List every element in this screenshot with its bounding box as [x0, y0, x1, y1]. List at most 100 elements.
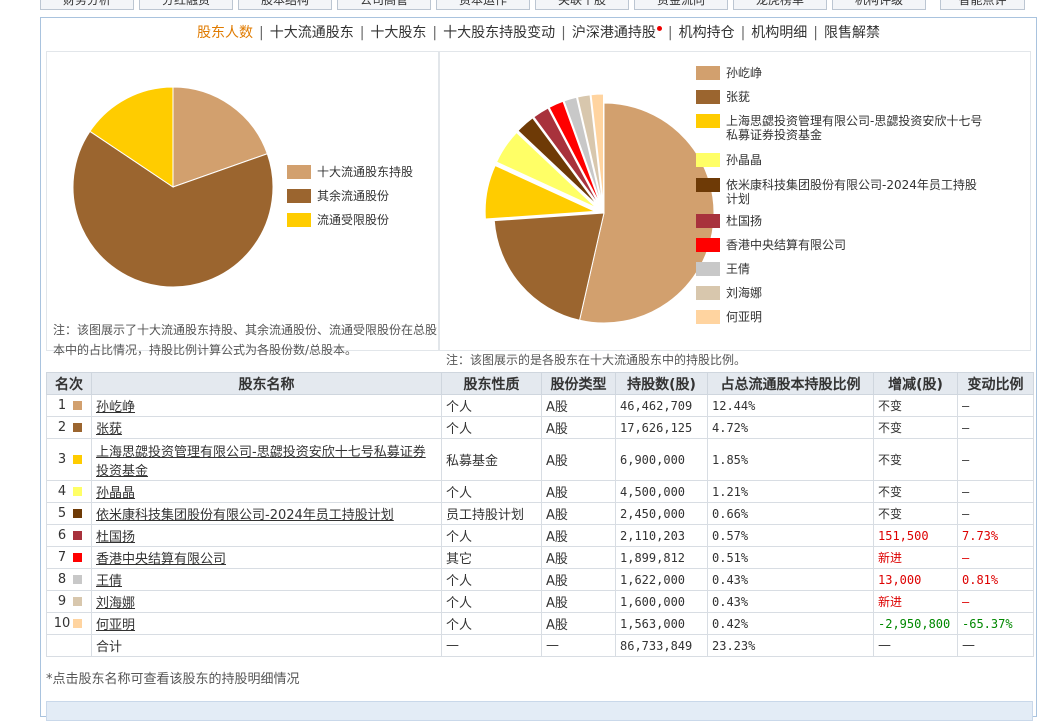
- shareholder-name-link[interactable]: 依米康科技集团股份有限公司-2024年员工持股计划: [96, 508, 394, 523]
- subnav-tab[interactable]: 限售解禁: [824, 25, 880, 41]
- legend-swatch: [696, 238, 720, 252]
- top-tab-bar: 财务分析 分红融资 股本结构 公司高管 资本运作 关联个股 资金流向 龙虎榜单 机构评级 智能点评: [0, 0, 1062, 12]
- footnote: *点击股东名称可查看该股东的持股明细情况: [46, 672, 300, 687]
- pie-chart-2: [484, 93, 715, 324]
- nav-separator: |: [258, 25, 264, 41]
- column-header: 变动比例: [957, 372, 1034, 395]
- color-marker: [73, 401, 82, 410]
- legend-label: 上海思勰投资管理有限公司-思勰投资安欣十七号私募证券投资基金: [726, 114, 983, 142]
- rank-cell: 9: [46, 590, 92, 613]
- name-cell: 孙晶晶: [91, 480, 442, 503]
- rank-number: 5: [57, 506, 67, 521]
- name-cell: 杜国扬: [91, 524, 442, 547]
- subnav-tab[interactable]: 十大股东持股变动: [443, 25, 555, 41]
- total-pct-cell: —: [957, 634, 1034, 657]
- change-cell: 不变: [873, 394, 958, 417]
- top-tab[interactable]: 财务分析: [40, 0, 134, 10]
- top-tab[interactable]: 分红融资: [139, 0, 233, 10]
- chart-box-1: 十大流通股东持股 其余流通股份 流通受限股份 注：该图展示了十大流通股东持股、其余流…: [46, 51, 439, 357]
- legend-item: 刘海娜: [696, 286, 986, 300]
- color-marker: [73, 423, 82, 432]
- legend-swatch: [696, 114, 720, 128]
- ratio-cell: 0.43%: [707, 568, 874, 591]
- legend-item: 王倩: [696, 262, 986, 276]
- shares-cell: 1,563,000: [615, 612, 708, 635]
- ratio-cell: 12.44%: [707, 394, 874, 417]
- legend-label: 依米康科技集团股份有限公司-2024年员工持股计划: [726, 178, 977, 206]
- subnav-tab[interactable]: 机构持仓: [679, 25, 735, 41]
- change-pct-cell: —: [957, 438, 1034, 481]
- subnav-tab[interactable]: 十大股东: [370, 25, 426, 41]
- ratio-cell: 4.72%: [707, 416, 874, 439]
- share-type-cell: A股: [541, 416, 616, 439]
- rank-cell: 3: [46, 438, 92, 481]
- nature-cell: 员工持股计划: [441, 502, 542, 525]
- column-header: 股东名称: [91, 372, 442, 395]
- change-pct-cell: —: [957, 590, 1034, 613]
- column-header: 股东性质: [441, 372, 542, 395]
- legend-label: 香港中央结算有限公司: [726, 238, 847, 252]
- rank-cell: 6: [46, 524, 92, 547]
- table-row: 5 依米康科技集团股份有限公司-2024年员工持股计划 员工持股计划 A股 2,450,…: [46, 502, 1034, 525]
- nav-separator: |: [740, 25, 746, 41]
- shareholder-name-link[interactable]: 孙晶晶: [96, 486, 135, 501]
- shareholder-name-link[interactable]: 刘海娜: [96, 596, 135, 611]
- name-cell: 张莸: [91, 416, 442, 439]
- shareholder-name-link[interactable]: 上海思勰投资管理有限公司-思勰投资安欣十七号私募证券投资基金: [96, 445, 426, 479]
- shares-cell: 2,450,000: [615, 502, 708, 525]
- shareholder-name-link[interactable]: 张莸: [96, 422, 122, 437]
- bottom-bar: [46, 701, 1033, 721]
- shareholder-name-link[interactable]: 杜国扬: [96, 530, 135, 545]
- rank-cell: 5: [46, 502, 92, 525]
- nav-separator: |: [561, 25, 566, 41]
- shareholder-name-link[interactable]: 香港中央结算有限公司: [96, 552, 226, 567]
- ratio-cell: 0.43%: [707, 590, 874, 613]
- shareholder-name-link[interactable]: 何亚明: [96, 618, 135, 633]
- top-tab[interactable]: 龙虎榜单: [733, 0, 827, 10]
- nature-cell: 其它: [441, 546, 542, 569]
- shareholder-panel: 股东人数 | 十大流通股东 | 十大股东 | 十大股东持股变动 | 沪深港通持股 | 机构持仓 | 机构…: [40, 17, 1037, 721]
- change-pct-cell: -65.37%: [957, 612, 1034, 635]
- change-cell: 不变: [873, 480, 958, 503]
- legend-item: 依米康科技集团股份有限公司-2024年员工持股计划: [696, 178, 986, 206]
- legend-swatch: [696, 178, 720, 192]
- top-tab[interactable]: 资本运作: [436, 0, 530, 10]
- name-cell: 香港中央结算有限公司: [91, 546, 442, 569]
- top-tab[interactable]: 关联个股: [535, 0, 629, 10]
- change-pct-cell: —: [957, 502, 1034, 525]
- legend-swatch: [696, 310, 720, 324]
- subnav-tab[interactable]: 十大流通股东: [270, 25, 354, 41]
- shares-cell: 1,899,812: [615, 546, 708, 569]
- shares-cell: 17,626,125: [615, 416, 708, 439]
- subnav-tab[interactable]: 机构明细: [751, 25, 807, 41]
- legend-label: 流通受限股份: [317, 213, 390, 227]
- color-marker: [73, 575, 82, 584]
- nav-separator: |: [359, 25, 365, 41]
- color-marker: [73, 487, 82, 496]
- legend-label: 十大流通股东持股: [317, 165, 414, 179]
- name-cell: 刘海娜: [91, 590, 442, 613]
- legend-item: 张莸: [696, 90, 986, 104]
- change-cell: 13,000: [873, 568, 958, 591]
- rank-cell: 2: [46, 416, 92, 439]
- shares-cell: 4,500,000: [615, 480, 708, 503]
- top-tab[interactable]: 机构评级: [832, 0, 926, 10]
- change-pct-cell: —: [957, 546, 1034, 569]
- name-cell: 王倩: [91, 568, 442, 591]
- top-tab[interactable]: 智能点评: [940, 0, 1025, 10]
- nature-cell: 个人: [441, 480, 542, 503]
- nature-cell: 个人: [441, 590, 542, 613]
- subnav-tab[interactable]: 沪深港通持股: [572, 25, 656, 41]
- shareholder-name-link[interactable]: 王倩: [96, 574, 122, 589]
- top-tab[interactable]: 公司高管: [337, 0, 431, 10]
- ratio-cell: 0.51%: [707, 546, 874, 569]
- top-tab[interactable]: 资金流向: [634, 0, 728, 10]
- total-ratio-cell: 23.23%: [707, 634, 874, 657]
- legend-label: 杜国扬: [726, 214, 763, 228]
- legend-swatch: [696, 153, 720, 167]
- rank-number: 4: [57, 484, 67, 499]
- top-tab[interactable]: 股本结构: [238, 0, 332, 10]
- subnav-tab[interactable]: 股东人数: [197, 25, 253, 41]
- shareholder-name-link[interactable]: 孙屹峥: [96, 400, 135, 415]
- total-type-cell: —: [541, 634, 616, 657]
